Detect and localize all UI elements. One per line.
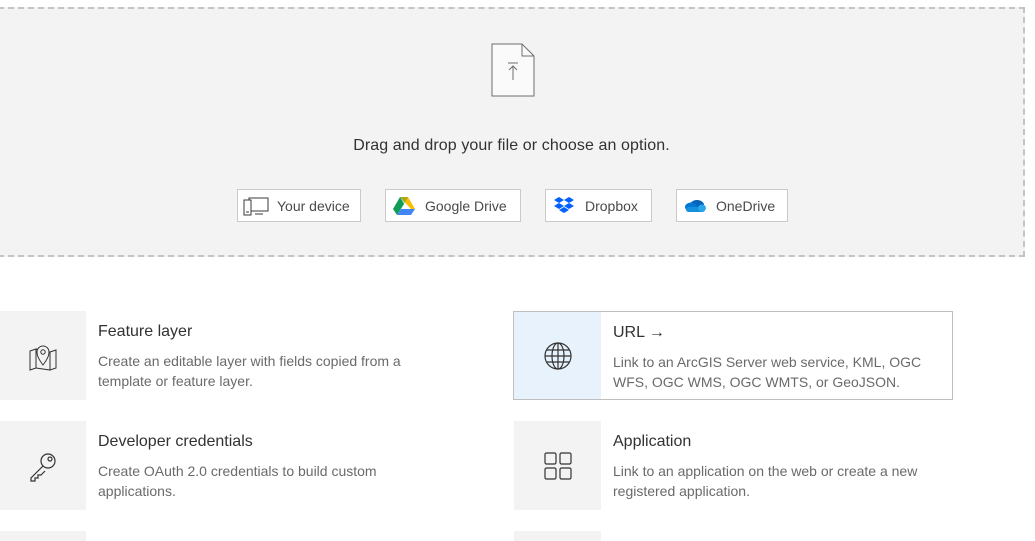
application-thumb: [514, 421, 601, 510]
key-icon: [30, 452, 56, 482]
google-drive-icon: [386, 190, 422, 221]
google-drive-label: Google Drive: [425, 197, 507, 214]
map-pin-icon: [29, 345, 57, 371]
developer-credentials-thumb: [0, 421, 86, 510]
onedrive-button[interactable]: OneDrive: [676, 189, 788, 222]
url-card[interactable]: URL → Link to an ArcGIS Server web servi…: [513, 311, 953, 400]
your-device-label: Your device: [277, 197, 350, 214]
url-thumb: [514, 312, 601, 399]
your-device-button[interactable]: Your device: [237, 189, 361, 222]
next-card-thumb: [0, 531, 86, 541]
onedrive-label: OneDrive: [716, 197, 776, 214]
application-title: Application: [613, 433, 692, 450]
dropbox-button[interactable]: Dropbox: [545, 189, 652, 222]
dropbox-icon: [546, 190, 582, 221]
url-desc: Link to an ArcGIS Server web service, KM…: [613, 354, 922, 390]
feature-layer-desc: Create an editable layer with fields cop…: [98, 353, 401, 389]
globe-icon: [543, 341, 572, 370]
google-drive-button[interactable]: Google Drive: [385, 189, 521, 222]
application-card[interactable]: Application Link to an application on th…: [514, 421, 954, 510]
drop-prompt: Drag and drop your file or choose an opt…: [353, 137, 670, 154]
dropbox-label: Dropbox: [585, 197, 638, 214]
next-card-thumb-right: [514, 531, 601, 541]
developer-credentials-title: Developer credentials: [98, 433, 253, 450]
device-icon: [238, 190, 274, 221]
developer-credentials-desc: Create OAuth 2.0 credentials to build cu…: [98, 463, 377, 499]
feature-layer-card[interactable]: Feature layer Create an editable layer w…: [0, 311, 480, 400]
file-upload-icon: [491, 43, 535, 97]
feature-layer-title: Feature layer: [98, 323, 193, 340]
file-drop-zone[interactable]: Drag and drop your file or choose an opt…: [0, 7, 1025, 257]
feature-layer-thumb: [0, 311, 86, 400]
onedrive-icon: [677, 190, 713, 221]
application-desc: Link to an application on the web or cre…: [613, 463, 918, 499]
grid-icon: [543, 451, 572, 480]
url-title: URL →: [613, 324, 665, 341]
developer-credentials-card[interactable]: Developer credentials Create OAuth 2.0 c…: [0, 421, 480, 510]
